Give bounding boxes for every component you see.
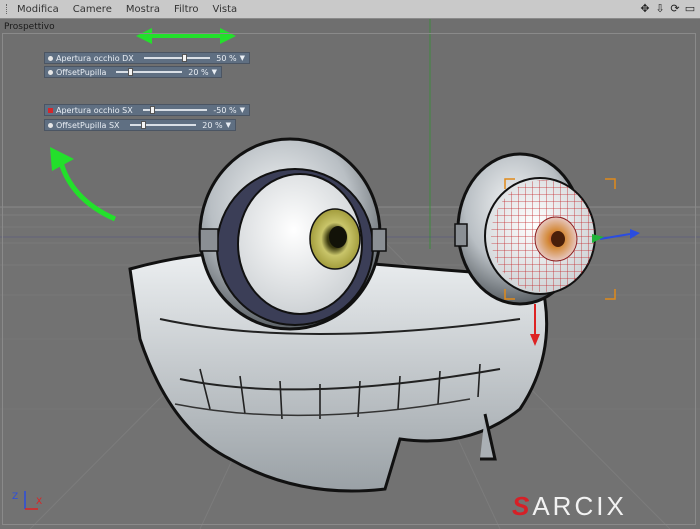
param-label: Apertura occhio SX [56,105,133,115]
param-dot [48,69,53,75]
slider-thumb[interactable] [181,54,187,62]
chevron-down-icon[interactable]: ▼ [240,106,245,114]
param-dot [48,55,53,61]
sync-icon[interactable]: ⟳ [669,2,681,16]
param-value[interactable]: -50 % [213,106,236,115]
param-slider[interactable] [143,54,211,62]
move-icon[interactable]: ✥ [639,2,651,16]
slider-thumb[interactable] [127,68,133,76]
param-slider[interactable] [142,106,208,114]
keyframe-icon [48,107,53,113]
param-apertura-dx[interactable]: Apertura occhio DX 50 % ▼ [44,52,250,64]
slider-thumb[interactable] [150,106,156,114]
slider-thumb[interactable] [140,121,146,129]
menu-filtro[interactable]: Filtro [174,4,199,15]
param-label: OffsetPupilla [56,67,107,77]
param-offset-pupilla-sx[interactable]: OffsetPupilla SX 20 % ▼ [44,119,236,131]
chevron-down-icon[interactable]: ▼ [240,54,245,62]
param-apertura-sx[interactable]: Apertura occhio SX -50 % ▼ [44,104,250,116]
param-value[interactable]: 50 % [216,54,236,63]
pin-icon[interactable]: ⇩ [654,2,666,16]
param-label: OffsetPupilla SX [56,120,120,130]
param-offset-pupilla[interactable]: OffsetPupilla 20 % ▼ [44,66,222,78]
logo-text: ARCIX [532,491,627,521]
menubar: Modifica Camere Mostra Filtro Vista ✥ ⇩ … [0,0,700,19]
param-value[interactable]: 20 % [188,68,208,77]
perspective-viewport[interactable]: Z X Prospettivo Apertura occhio DX 50 % … [0,19,700,529]
menu-modifica[interactable]: Modifica [17,4,59,15]
menu-vista[interactable]: Vista [213,4,238,15]
chevron-down-icon[interactable]: ▼ [226,121,231,129]
view-tools: ✥ ⇩ ⟳ ▭ [639,2,696,16]
chevron-down-icon[interactable]: ▼ [212,68,217,76]
grip-handle[interactable] [6,4,11,14]
menu: Modifica Camere Mostra Filtro Vista [0,0,251,18]
param-slider[interactable] [116,68,183,76]
window-icon[interactable]: ▭ [684,2,696,16]
param-dot [48,122,53,128]
sarcix-logo: SARCIX [512,491,627,522]
menu-camere[interactable]: Camere [73,4,112,15]
param-value[interactable]: 20 % [202,121,222,130]
logo-mark: S [512,491,533,521]
param-label: Apertura occhio DX [56,53,134,63]
param-slider[interactable] [129,121,197,129]
view-label[interactable]: Prospettivo [4,22,55,32]
menu-mostra[interactable]: Mostra [126,4,160,15]
